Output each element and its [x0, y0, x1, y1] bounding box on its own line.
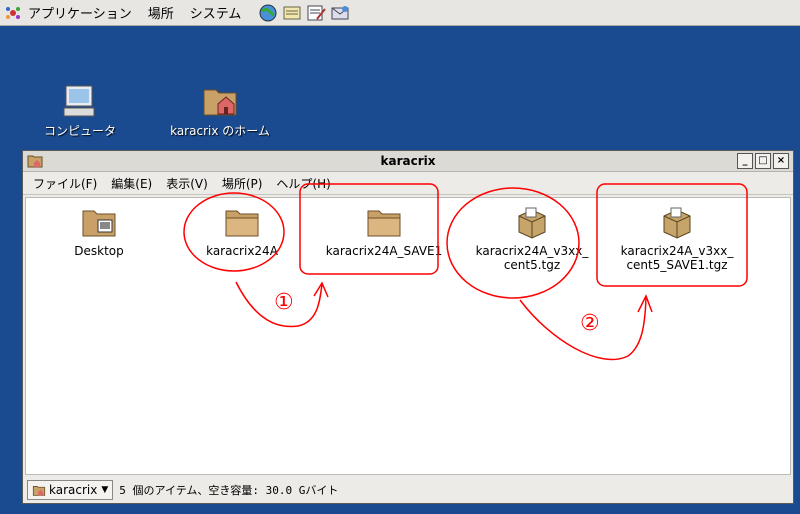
folder-icon [367, 210, 401, 237]
file-label-line1: karacrix24A_v3xx_ [475, 244, 589, 258]
desktop-home[interactable]: karacrix のホーム [165, 82, 275, 139]
menu-applications[interactable]: アプリケーション [28, 3, 132, 22]
status-text: 5 個のアイテム、空き容量: 30.0 Gバイト [119, 484, 339, 497]
file-item-karacrix24A-v3xx-cent5-tgz[interactable]: karacrix24A_v3xx_ cent5.tgz [457, 204, 607, 272]
menu-system[interactable]: システム [190, 3, 242, 22]
globe-launcher-icon[interactable] [257, 3, 279, 23]
file-label: karacrix24A [206, 244, 278, 258]
top-panel: アプリケーション 場所 システム [0, 0, 800, 26]
location-dropdown[interactable]: karacrix ▼ [27, 480, 114, 500]
computer-icon [63, 85, 95, 117]
file-label-line2: cent5.tgz [503, 258, 561, 272]
mail-launcher-icon[interactable] [329, 3, 351, 23]
home-label: karacrix のホーム [170, 124, 270, 138]
status-bar: karacrix ▼ 5 個のアイテム、空き容量: 30.0 Gバイト [23, 477, 793, 503]
menu-file[interactable]: ファイル(F) [33, 175, 97, 192]
desktop-computer[interactable]: コンピュータ [25, 82, 135, 139]
minimize-button[interactable]: _ [737, 153, 753, 169]
package-icon [663, 207, 691, 239]
file-view[interactable]: Desktop karacrix24A karacrix24A_SAVE1 ka… [25, 197, 791, 475]
close-button[interactable]: × [773, 153, 789, 169]
menu-edit[interactable]: 編集(E) [111, 175, 152, 192]
window-menubar: ファイル(F) 編集(E) 表示(V) 場所(P) ヘルプ(H) [23, 172, 793, 195]
home-folder-icon [32, 485, 46, 496]
file-label-line1: karacrix24A_v3xx_ [620, 244, 734, 258]
file-label: karacrix24A_SAVE1 [325, 244, 443, 258]
menu-places[interactable]: 場所 [148, 3, 174, 22]
home-folder-icon [203, 89, 237, 116]
file-item-desktop[interactable]: Desktop [24, 204, 174, 258]
location-label: karacrix [49, 483, 98, 497]
window-titlebar[interactable]: karacrix _ □ × [23, 151, 793, 172]
package-icon [518, 207, 546, 239]
text-editor-launcher-icon[interactable] [305, 3, 327, 23]
menu-view[interactable]: 表示(V) [166, 175, 208, 192]
computer-label: コンピュータ [43, 124, 116, 138]
menu-help[interactable]: ヘルプ(H) [276, 175, 330, 192]
file-item-karacrix24A-v3xx-cent5-save1-tgz[interactable]: karacrix24A_v3xx_ cent5_SAVE1.tgz [602, 204, 752, 272]
file-manager-window: karacrix _ □ × ファイル(F) 編集(E) 表示(V) 場所(P)… [22, 150, 794, 504]
file-item-karacrix24A[interactable]: karacrix24A [167, 204, 317, 258]
notes-launcher-icon[interactable] [281, 3, 303, 23]
gnome-foot-icon[interactable] [4, 4, 22, 22]
folder-icon [225, 210, 259, 237]
file-label: Desktop [74, 244, 124, 258]
desktop-folder-icon [82, 210, 116, 237]
chevron-down-icon: ▼ [101, 485, 109, 495]
home-folder-icon [27, 155, 43, 168]
file-label-line2: cent5_SAVE1.tgz [626, 258, 728, 272]
window-title: karacrix [380, 154, 436, 168]
maximize-button[interactable]: □ [755, 153, 771, 169]
file-item-karacrix24A-save1[interactable]: karacrix24A_SAVE1 [309, 204, 459, 258]
menu-places-window[interactable]: 場所(P) [222, 175, 263, 192]
